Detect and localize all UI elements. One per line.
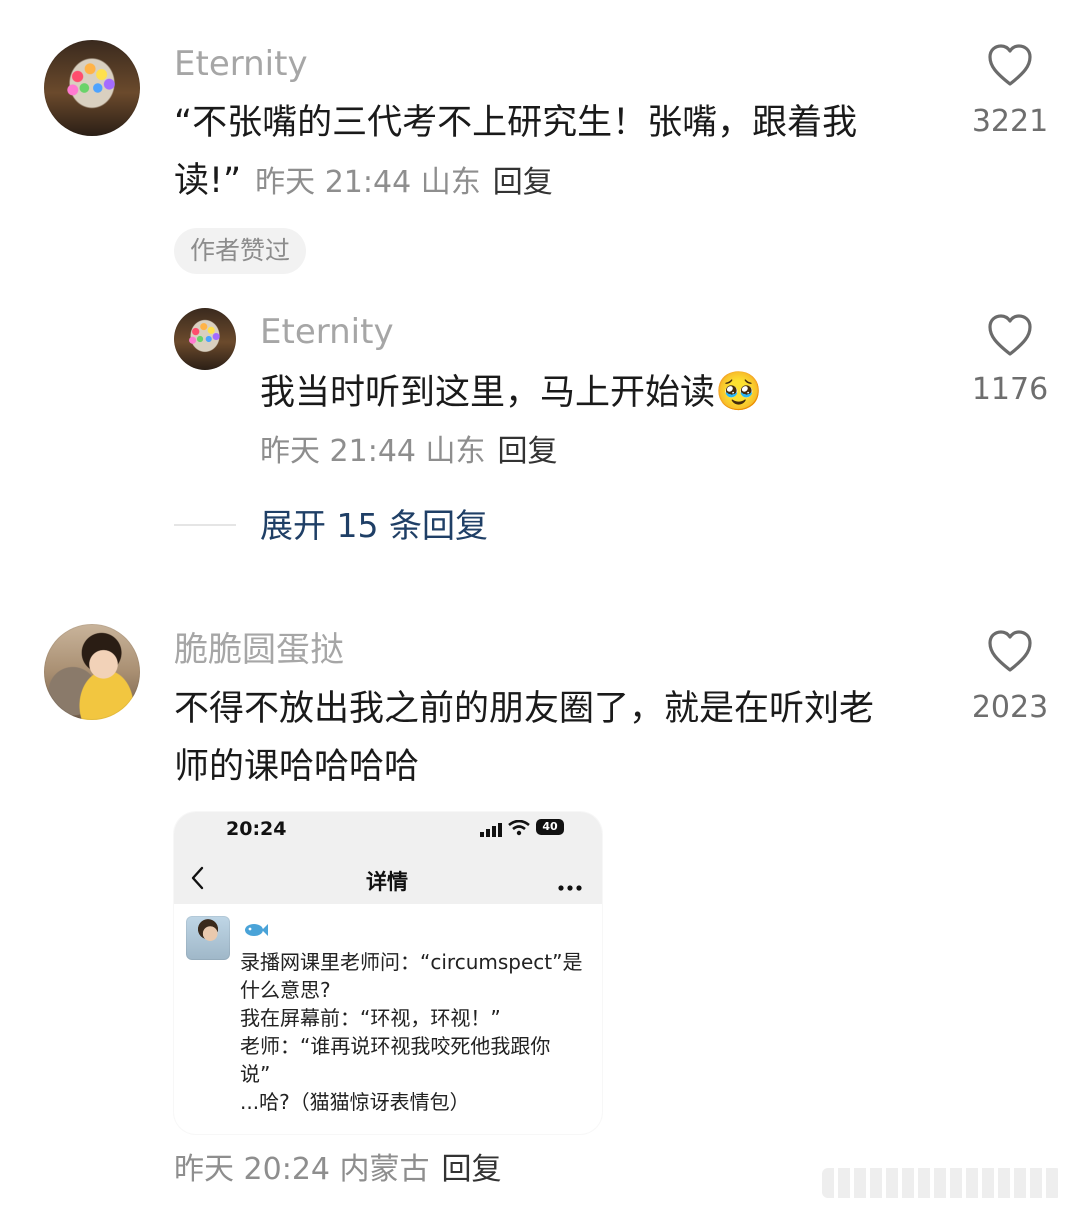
expand-divider: [174, 524, 236, 526]
wifi-icon: [508, 819, 530, 836]
comment-meta-row: 昨天 20:24 内蒙古 回复: [174, 1150, 502, 1190]
comment-image[interactable]: 20:24 40 详情 录播网课里老师问：“circumspect”是 什么意思…: [174, 812, 602, 1134]
avatar[interactable]: [44, 624, 140, 720]
back-chevron-icon: [190, 866, 206, 890]
battery-level: 40: [542, 820, 558, 833]
crying-face-emoji: 🥹: [715, 369, 763, 413]
reply-text: 我当时听到这里，马上开始读🥹: [260, 362, 762, 422]
embedded-title: 详情: [366, 870, 408, 894]
reply-text-body: 我当时听到这里，马上开始读: [260, 373, 716, 413]
post-line: 什么意思?: [240, 978, 331, 1002]
post-line: ...哈?（猫猫惊讶表情包）: [240, 1090, 470, 1114]
avatar[interactable]: [174, 308, 236, 370]
comment-username[interactable]: Eternity: [174, 44, 308, 84]
reply-button[interactable]: 回复: [498, 434, 558, 469]
like-heart-icon[interactable]: [986, 312, 1034, 358]
avatar[interactable]: [44, 40, 140, 136]
like-heart-icon[interactable]: [986, 628, 1034, 674]
signal-icon: [480, 822, 502, 837]
comment-meta: 昨天 21:44 山东: [255, 165, 481, 200]
reply-meta-row: 昨天 21:44 山东 回复: [260, 432, 558, 472]
author-liked-badge: 作者赞过: [174, 228, 307, 274]
embedded-post-text: 录播网课里老师问：“circumspect”是 什么意思? 我在屏幕前：“环视，…: [240, 948, 596, 1116]
post-line: 老师：“谁再说环视我咬死他我跟你: [240, 1034, 551, 1058]
post-line: 录播网课里老师问：“circumspect”是: [240, 950, 583, 974]
embedded-avatar: [186, 916, 230, 960]
reply-username[interactable]: Eternity: [260, 312, 394, 352]
comment-text-end: 读!”: [174, 161, 242, 201]
like-heart-icon[interactable]: [986, 42, 1034, 88]
reply-meta: 昨天 21:44 山东: [260, 434, 486, 469]
watermark: [822, 1168, 1062, 1198]
embedded-status-time: 20:24: [226, 818, 287, 840]
reply-button[interactable]: 回复: [493, 165, 553, 200]
expand-replies-button[interactable]: 展开 15 条回复: [260, 506, 488, 546]
like-count: 3221: [971, 104, 1049, 139]
post-line: 我在屏幕前：“环视，环视！”: [240, 1006, 501, 1030]
comment-text-line: 师的课哈哈哈哈: [174, 747, 420, 787]
reply-button[interactable]: 回复: [442, 1152, 502, 1187]
comment-username[interactable]: 脆脆圆蛋挞: [174, 630, 344, 670]
embedded-header: 20:24 40 详情: [174, 812, 602, 904]
like-count: 2023: [971, 690, 1049, 725]
comment-text-line: “不张嘴的三代考不上研究生！张嘴，跟着我: [174, 103, 858, 143]
fish-icon: [242, 922, 268, 938]
comment-text-line: 读!” 昨天 21:44 山东 回复: [174, 152, 553, 210]
battery-icon: 40: [536, 819, 564, 835]
comment-meta: 昨天 20:24 内蒙古: [174, 1152, 430, 1187]
more-dots-icon: [558, 876, 582, 891]
post-line: 说”: [240, 1062, 271, 1086]
like-count: 1176: [971, 372, 1049, 407]
comment-text-line: 不得不放出我之前的朋友圈了，就是在听刘老: [174, 689, 875, 729]
